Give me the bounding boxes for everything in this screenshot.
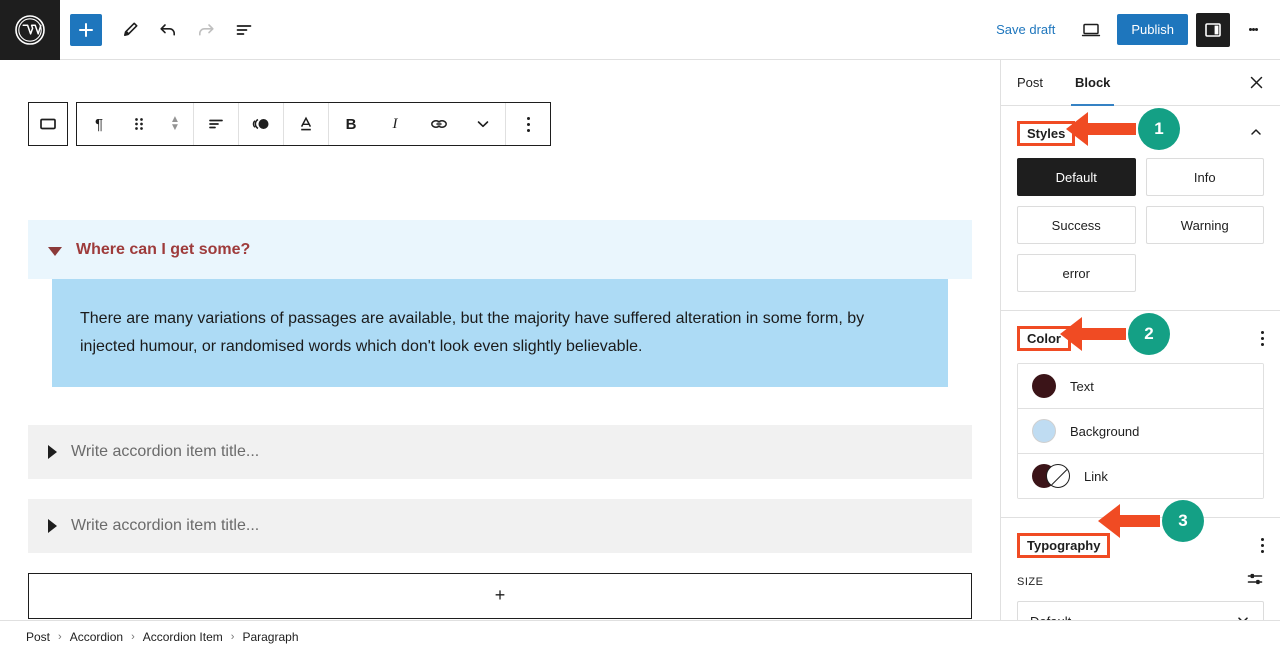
move-down-icon[interactable]: ▼: [170, 123, 180, 133]
style-variations-grid: Default Info Success Warning error: [1017, 158, 1264, 292]
redo-arrow-icon[interactable]: [188, 12, 224, 48]
style-option-default[interactable]: Default: [1017, 158, 1136, 196]
style-option-success[interactable]: Success: [1017, 206, 1136, 244]
text-color-icon[interactable]: [284, 103, 328, 145]
caret-right-icon[interactable]: [48, 444, 57, 459]
append-accordion-item-button[interactable]: +: [28, 572, 972, 619]
accordion-item-collapsed-2[interactable]: Write accordion item title...: [28, 498, 972, 553]
bold-button[interactable]: B: [329, 103, 373, 145]
style-option-info[interactable]: Info: [1145, 158, 1264, 196]
typography-panel-header: Typography: [1017, 532, 1264, 558]
highlight-color-icon[interactable]: [239, 103, 283, 145]
accordion-item-content: There are many variations of passages ar…: [28, 278, 972, 405]
breadcrumb-item-accordion[interactable]: Accordion: [70, 630, 123, 644]
select-parent-block-button[interactable]: [28, 102, 68, 146]
settings-sidebar-toggle-icon[interactable]: [1196, 12, 1230, 47]
align-group: [194, 103, 239, 145]
color-options-list: Text Background Link: [1017, 363, 1264, 499]
wordpress-block-editor: Save draft Publish ¶ ▲ ▼ B I Where can I…: [0, 0, 1280, 653]
italic-button[interactable]: I: [373, 103, 417, 145]
breadcrumb-separator: ›: [131, 631, 135, 643]
more-formats-chevron-down-icon[interactable]: [461, 103, 505, 145]
typography-panel: Typography SIZE: [1001, 518, 1280, 620]
sliders-tune-icon[interactable]: [1246, 570, 1264, 593]
drag-handle-icon[interactable]: [121, 103, 157, 145]
highlight-group: [239, 103, 284, 145]
accordion-item-collapsed-1[interactable]: Write accordion item title...: [28, 424, 972, 479]
color-options-kebab-icon[interactable]: [1261, 329, 1264, 347]
desktop-preview-icon[interactable]: [1073, 12, 1109, 48]
tab-post[interactable]: Post: [1001, 60, 1059, 106]
color-panel: Color Text Background Link: [1001, 311, 1280, 518]
move-block-buttons[interactable]: ▲ ▼: [157, 115, 193, 133]
text-color-group: [284, 103, 329, 145]
caret-down-icon[interactable]: [48, 247, 62, 256]
styles-panel-header: Styles: [1017, 120, 1264, 146]
color-row-label: Text: [1070, 378, 1094, 394]
header-right-tools: Save draft Publish: [986, 12, 1280, 48]
accordion-item-open-header[interactable]: Where can I get some?: [28, 220, 972, 279]
wordpress-logo-icon[interactable]: [0, 0, 60, 60]
publish-button[interactable]: Publish: [1117, 14, 1188, 45]
accordion-item-title-placeholder[interactable]: Write accordion item title...: [71, 443, 259, 461]
document-overview-icon[interactable]: [226, 12, 262, 48]
editor-canvas: ¶ ▲ ▼ B I Where can I get some? There ar…: [0, 60, 1000, 620]
background-color-swatch[interactable]: [1032, 419, 1056, 443]
color-row-label: Background: [1070, 423, 1140, 439]
block-options-group: [506, 103, 550, 145]
editor-body: ¶ ▲ ▼ B I Where can I get some? There ar…: [0, 60, 1280, 620]
sidebar-panels: Styles Default Info Success Warning erro…: [1001, 106, 1280, 620]
font-size-select[interactable]: Default: [1017, 601, 1264, 620]
color-row-link[interactable]: Link: [1018, 454, 1263, 498]
header-left-tools: [60, 12, 262, 48]
link-color-swatch[interactable]: [1032, 464, 1070, 488]
link-chain-icon[interactable]: [417, 103, 461, 145]
breadcrumb-item-post[interactable]: Post: [26, 630, 50, 644]
styles-panel: Styles Default Info Success Warning erro…: [1001, 106, 1280, 311]
accordion-item-title-placeholder[interactable]: Write accordion item title...: [71, 517, 259, 535]
breadcrumb: Post › Accordion › Accordion Item › Para…: [0, 620, 1280, 653]
caret-right-icon[interactable]: [48, 518, 57, 533]
breadcrumb-separator: ›: [230, 631, 235, 643]
sidebar-tabs: Post Block: [1001, 60, 1280, 106]
accordion-item-title[interactable]: Where can I get some?: [76, 240, 250, 261]
block-toolbar: ¶ ▲ ▼ B I: [28, 102, 551, 146]
color-row-label: Link: [1084, 468, 1108, 484]
color-row-text[interactable]: Text: [1018, 364, 1263, 409]
style-option-warning[interactable]: Warning: [1145, 206, 1264, 244]
save-draft-button[interactable]: Save draft: [986, 16, 1065, 43]
accordion-block: Where can I get some? There are many var…: [0, 220, 1000, 620]
editor-header: Save draft Publish: [0, 0, 1280, 60]
styles-collapse-chevron-up-icon[interactable]: [1248, 124, 1264, 143]
undo-arrow-icon[interactable]: [150, 12, 186, 48]
block-more-options-kebab-icon[interactable]: [506, 103, 550, 145]
block-type-group: ¶ ▲ ▼: [77, 103, 194, 145]
typography-options-kebab-icon[interactable]: [1261, 536, 1264, 554]
more-options-kebab-icon[interactable]: [1238, 13, 1268, 47]
paragraph-block-selected[interactable]: There are many variations of passages ar…: [52, 278, 948, 387]
color-panel-header: Color: [1017, 325, 1264, 351]
tools-pencil-icon[interactable]: [112, 12, 148, 48]
paragraph-block-type-icon[interactable]: ¶: [77, 103, 121, 145]
tab-block[interactable]: Block: [1059, 60, 1126, 106]
styles-panel-title: Styles: [1017, 120, 1076, 146]
color-row-background[interactable]: Background: [1018, 409, 1263, 454]
block-format-toolbar: ¶ ▲ ▼ B I: [76, 102, 551, 146]
inline-format-group: B I: [329, 103, 506, 145]
close-sidebar-x-icon[interactable]: [1242, 69, 1270, 97]
typography-panel-title: Typography: [1017, 532, 1111, 558]
font-size-value: Default: [1030, 614, 1071, 621]
align-text-icon[interactable]: [194, 103, 238, 145]
font-size-row: SIZE: [1017, 570, 1264, 593]
breadcrumb-separator: ›: [58, 631, 62, 643]
text-color-swatch[interactable]: [1032, 374, 1056, 398]
settings-sidebar: Post Block Styles Default Info Success W…: [1000, 60, 1280, 620]
color-panel-title: Color: [1017, 325, 1071, 351]
font-size-label: SIZE: [1017, 575, 1044, 588]
style-option-error[interactable]: error: [1017, 254, 1136, 292]
breadcrumb-item-accordion-item[interactable]: Accordion Item: [143, 630, 223, 644]
add-block-button[interactable]: [70, 13, 102, 46]
chevron-down-icon[interactable]: [1235, 612, 1251, 620]
breadcrumb-item-paragraph[interactable]: Paragraph: [242, 630, 298, 644]
